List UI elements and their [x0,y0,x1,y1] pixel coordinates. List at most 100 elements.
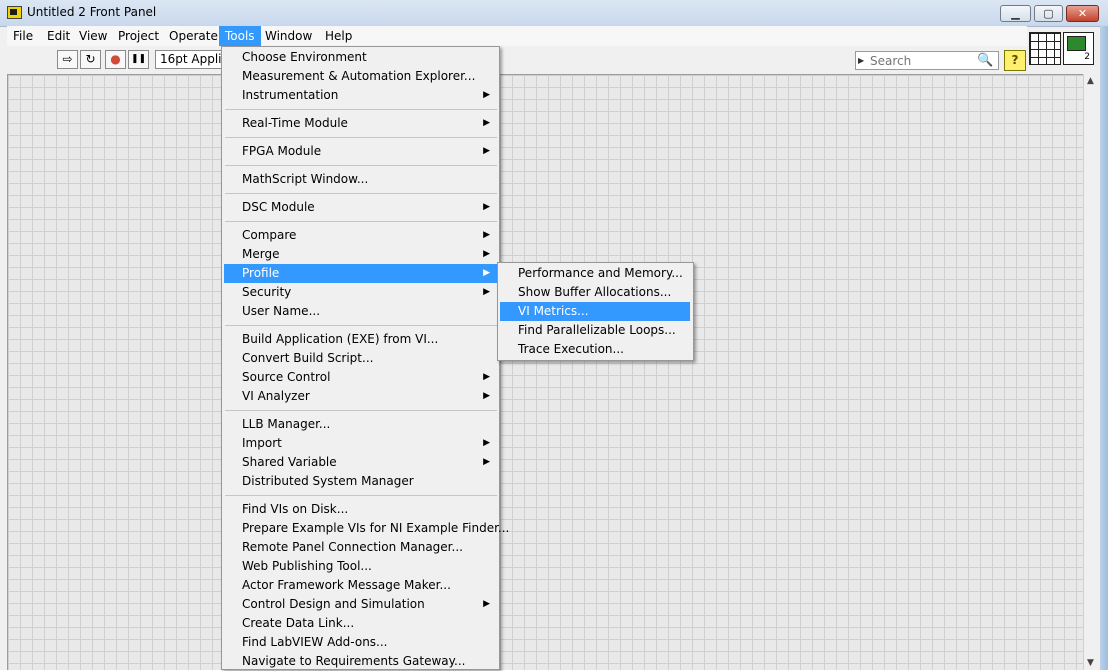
tools-item-measurement-automation-explorer[interactable]: Measurement & Automation Explorer... [224,67,497,86]
submenu-arrow-icon: ▶ [483,230,490,240]
vertical-scrollbar[interactable]: ▲ ▼ [1083,74,1100,670]
tools-item-merge[interactable]: Merge ▶ [224,245,497,264]
vi-icon[interactable]: 2 [1063,32,1094,65]
menu-separator [225,165,497,166]
search-box[interactable]: ▶ 🔍 [855,51,999,70]
menu-item-label: Profile [242,266,280,280]
menu-item-label: FPGA Module [242,144,322,158]
tools-item-user-name[interactable]: User Name... [224,302,497,321]
submenu-arrow-icon: ▶ [483,457,490,467]
abort-button[interactable]: ● [105,50,126,69]
menu-item-label: Remote Panel Connection Manager... [242,540,463,554]
tools-item-find-vis-on-disk[interactable]: Find VIs on Disk... [224,500,497,519]
menu-item-label: Real-Time Module [242,116,348,130]
tools-item-choose-environment[interactable]: Choose Environment [224,48,497,67]
profile-item-find-parallelizable-loops[interactable]: Find Parallelizable Loops... [500,321,690,340]
scroll-down-icon[interactable]: ▼ [1087,658,1094,668]
submenu-arrow-icon: ▶ [483,202,490,212]
title-bar[interactable]: Untitled 2 Front Panel ▁ ▢ ✕ [0,0,1108,27]
tools-item-control-design-and-simulation[interactable]: Control Design and Simulation ▶ [224,595,497,614]
run-button[interactable]: ⇨ [57,50,78,69]
menu-window[interactable]: Window [259,26,318,46]
connector-pane-icon[interactable] [1029,32,1061,65]
profile-item-trace-execution[interactable]: Trace Execution... [500,340,690,359]
tools-item-compare[interactable]: Compare ▶ [224,226,497,245]
menu-separator [225,325,497,326]
submenu-arrow-icon: ▶ [483,391,490,401]
context-help-button[interactable]: ? [1004,50,1026,71]
menu-separator [225,109,497,110]
profile-submenu: Performance and Memory... Show Buffer All… [497,262,694,361]
menu-item-label: Find Parallelizable Loops... [518,323,676,337]
tools-item-actor-framework-message-maker[interactable]: Actor Framework Message Maker... [224,576,497,595]
tools-item-convert-build-script[interactable]: Convert Build Script... [224,349,497,368]
scroll-up-icon[interactable]: ▲ [1087,76,1094,86]
tools-item-find-labview-add-ons[interactable]: Find LabVIEW Add-ons... [224,633,497,652]
menu-item-label: Security [242,285,292,299]
menu-item-label: Create Data Link... [242,616,355,630]
pause-button[interactable]: ❚❚ [128,50,149,69]
tools-item-profile[interactable]: Profile ▶ [224,264,497,283]
menu-item-label: Control Design and Simulation [242,597,425,611]
tools-item-create-data-link[interactable]: Create Data Link... [224,614,497,633]
vi-icon-number: 2 [1084,52,1090,62]
tools-item-import[interactable]: Import ▶ [224,434,497,453]
tools-item-navigate-to-requirements-gateway[interactable]: Navigate to Requirements Gateway... [224,652,497,671]
tools-item-source-control[interactable]: Source Control ▶ [224,368,497,387]
tools-item-remote-panel-connection-manager[interactable]: Remote Panel Connection Manager... [224,538,497,557]
menu-operate[interactable]: Operate [163,26,224,46]
menu-item-label: Find VIs on Disk... [242,502,349,516]
tools-item-fpga-module[interactable]: FPGA Module ▶ [224,142,497,161]
front-panel-canvas[interactable] [7,74,1083,670]
font-select[interactable]: 16pt Application Font [155,50,227,69]
menu-item-label: LLB Manager... [242,417,331,431]
front-panel-window: Untitled 2 Front Panel ▁ ▢ ✕ File Edit Vie… [0,0,1108,670]
profile-item-performance-and-memory[interactable]: Performance and Memory... [500,264,690,283]
tools-item-vi-analyzer[interactable]: VI Analyzer ▶ [224,387,497,406]
menu-file[interactable]: File [7,26,39,46]
tools-item-build-application-exe-from-vi[interactable]: Build Application (EXE) from VI... [224,330,497,349]
tools-item-prepare-example-vis-for-ni-example-finder[interactable]: Prepare Example VIs for NI Example Finde… [224,519,509,538]
menu-edit[interactable]: Edit [41,26,76,46]
tools-item-llb-manager[interactable]: LLB Manager... [224,415,497,434]
menu-item-label: Performance and Memory... [518,266,683,280]
submenu-arrow-icon: ▶ [483,287,490,297]
submenu-arrow-icon: ▶ [483,249,490,259]
menu-item-label: Prepare Example VIs for NI Example Finde… [242,521,510,535]
search-options-arrow-icon[interactable]: ▶ [858,56,864,65]
tools-item-instrumentation[interactable]: Instrumentation ▶ [224,86,497,105]
menu-view[interactable]: View [73,26,113,46]
run-continuously-button[interactable]: ↻ [80,50,101,69]
menu-item-label: Actor Framework Message Maker... [242,578,451,592]
minimize-button[interactable]: ▁ [1000,5,1031,22]
search-icon[interactable]: 🔍 [977,53,993,68]
tools-item-shared-variable[interactable]: Shared Variable ▶ [224,453,497,472]
tools-item-security[interactable]: Security ▶ [224,283,497,302]
search-input[interactable] [870,53,974,68]
tools-item-real-time-module[interactable]: Real-Time Module ▶ [224,114,497,133]
submenu-arrow-icon: ▶ [483,118,490,128]
menu-tools[interactable]: Tools [219,26,261,46]
menu-project[interactable]: Project [112,26,165,46]
menu-item-label: Instrumentation [242,88,339,102]
close-button[interactable]: ✕ [1066,5,1099,22]
tools-item-dsc-module[interactable]: DSC Module ▶ [224,198,497,217]
maximize-button[interactable]: ▢ [1034,5,1063,22]
tools-item-mathscript-window[interactable]: MathScript Window... [224,170,497,189]
tools-item-distributed-system-manager[interactable]: Distributed System Manager [224,472,497,491]
menu-item-label: Find LabVIEW Add-ons... [242,635,388,649]
labview-app-icon[interactable] [7,6,22,19]
menu-item-label: Measurement & Automation Explorer... [242,69,476,83]
tools-item-web-publishing-tool[interactable]: Web Publishing Tool... [224,557,497,576]
menu-separator [225,410,497,411]
window-frame-edge [1100,26,1108,670]
menu-help[interactable]: Help [319,26,358,46]
submenu-arrow-icon: ▶ [483,268,490,278]
menu-item-label: Shared Variable [242,455,337,469]
profile-item-show-buffer-allocations[interactable]: Show Buffer Allocations... [500,283,690,302]
menu-item-label: Build Application (EXE) from VI... [242,332,439,346]
profile-item-vi-metrics[interactable]: VI Metrics... [500,302,690,321]
menu-separator [225,193,497,194]
submenu-arrow-icon: ▶ [483,146,490,156]
tools-menu: Choose Environment Measurement & Automati… [221,46,509,671]
